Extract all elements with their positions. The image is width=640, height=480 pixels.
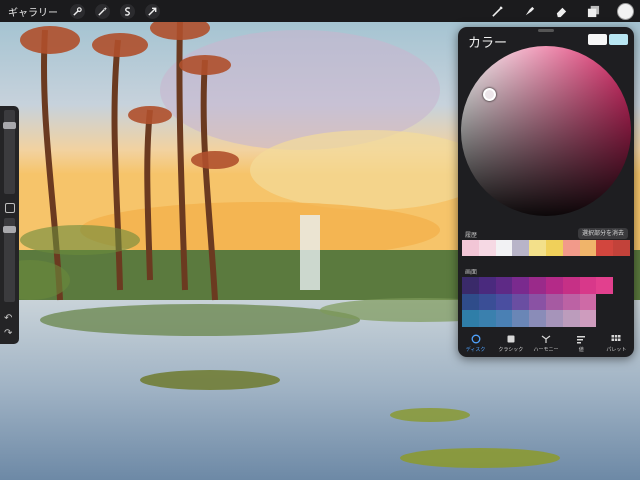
- opacity-handle[interactable]: [3, 226, 16, 233]
- history-label: 履歴: [465, 232, 478, 239]
- layers-icon[interactable]: [586, 4, 601, 19]
- disc-icon: [471, 334, 481, 344]
- square-icon: [506, 334, 516, 344]
- secondary-color-swatch[interactable]: [609, 34, 628, 45]
- history-swatch[interactable]: [562, 240, 580, 256]
- color-mode-tabbar: ディスク クラシック ハーモニー 値 パレット: [458, 329, 634, 357]
- history-swatch[interactable]: [495, 240, 513, 256]
- palette-swatch[interactable]: [562, 277, 580, 294]
- palette-swatch[interactable]: [562, 310, 580, 327]
- wrench-icon[interactable]: [70, 3, 85, 19]
- panel-grabber[interactable]: [538, 29, 554, 32]
- gallery-button[interactable]: ギャラリー: [8, 4, 58, 19]
- disc-handle[interactable]: [483, 88, 496, 101]
- brush-size-handle[interactable]: [3, 122, 16, 129]
- palette-empty-slot[interactable]: [613, 310, 630, 327]
- palette-swatch[interactable]: [529, 277, 546, 294]
- brush-icon[interactable]: [490, 4, 505, 19]
- transform-arrow-icon[interactable]: [145, 3, 160, 19]
- palette-swatch[interactable]: [579, 277, 597, 294]
- palette-swatch[interactable]: [495, 310, 513, 327]
- eraser-icon[interactable]: [554, 4, 569, 19]
- palette-swatch[interactable]: [462, 310, 479, 327]
- history-swatch[interactable]: [579, 240, 597, 256]
- palette-swatch[interactable]: [545, 277, 563, 294]
- palette-label: 画面: [465, 269, 478, 276]
- left-sidebar: ↶ ↷: [0, 106, 19, 344]
- palette-swatch[interactable]: [462, 293, 479, 311]
- tab-value[interactable]: 値: [564, 329, 599, 357]
- palette-swatch[interactable]: [562, 293, 580, 311]
- sliders-icon: [576, 334, 586, 344]
- history-swatch[interactable]: [512, 240, 530, 256]
- palette-swatch[interactable]: [512, 310, 530, 327]
- top-toolbar: ギャラリー: [0, 0, 640, 22]
- current-color-swatch[interactable]: [617, 2, 634, 20]
- modify-button[interactable]: [5, 203, 15, 213]
- palette-grid-icon: [611, 334, 621, 344]
- palette-empty-slot[interactable]: [613, 277, 630, 294]
- history-swatch[interactable]: [462, 240, 479, 256]
- panel-title: カラー: [468, 36, 508, 51]
- palette-swatch[interactable]: [495, 277, 513, 294]
- palette-swatch[interactable]: [462, 277, 479, 294]
- palette-swatch[interactable]: [495, 293, 513, 311]
- color-history: [462, 240, 630, 256]
- palette-swatch[interactable]: [478, 310, 496, 327]
- color-panel: カラー 履歴 選択部分を消去 画面 ディスク クラシック ハーモニー 値 パレッ…: [458, 27, 634, 357]
- tab-palettes[interactable]: パレット: [599, 329, 634, 357]
- opacity-slider[interactable]: [3, 218, 16, 302]
- clear-selection-button[interactable]: 選択部分を消去: [578, 228, 628, 239]
- color-disc[interactable]: [461, 46, 631, 216]
- history-swatch[interactable]: [478, 240, 496, 256]
- palette-swatch[interactable]: [545, 293, 563, 311]
- history-swatch[interactable]: [529, 240, 546, 256]
- palette-swatch[interactable]: [596, 277, 614, 294]
- brush-size-slider[interactable]: [3, 110, 16, 194]
- palette-swatch[interactable]: [512, 277, 530, 294]
- palette-swatch[interactable]: [529, 310, 546, 327]
- tab-harmony[interactable]: ハーモニー: [528, 329, 563, 357]
- palette-empty-slot[interactable]: [596, 294, 613, 311]
- history-swatch[interactable]: [545, 240, 563, 256]
- palette-swatch[interactable]: [478, 277, 496, 294]
- redo-arrow-icon[interactable]: ↷: [4, 328, 12, 339]
- tab-disc[interactable]: ディスク: [458, 329, 493, 357]
- palette-swatch[interactable]: [579, 293, 597, 311]
- history-swatch[interactable]: [596, 240, 614, 256]
- palette-swatch[interactable]: [529, 293, 546, 311]
- palette-swatch[interactable]: [478, 293, 496, 311]
- palette-grid: [462, 277, 630, 327]
- palette-empty-slot[interactable]: [613, 294, 630, 311]
- history-swatch[interactable]: [613, 240, 630, 256]
- undo-arrow-icon[interactable]: ↶: [4, 313, 12, 324]
- primary-color-swatch[interactable]: [588, 34, 607, 45]
- tab-classic[interactable]: クラシック: [493, 329, 528, 357]
- palette-swatch[interactable]: [512, 293, 530, 311]
- palette-swatch[interactable]: [545, 310, 563, 327]
- magic-wand-icon[interactable]: [95, 3, 110, 19]
- harmony-icon: [541, 334, 551, 344]
- selection-icon[interactable]: [120, 3, 135, 19]
- smudge-icon[interactable]: [522, 4, 537, 19]
- palette-swatch[interactable]: [579, 310, 597, 327]
- palette-empty-slot[interactable]: [596, 310, 613, 327]
